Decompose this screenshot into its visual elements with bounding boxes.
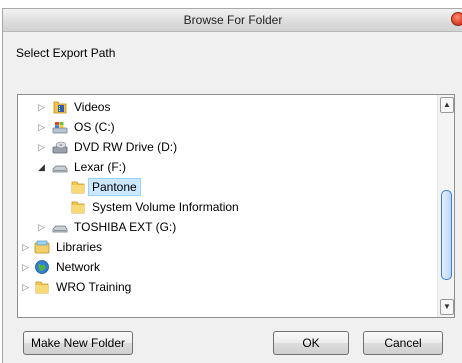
tree-item-label: Videos xyxy=(74,100,111,114)
videos-folder-icon xyxy=(52,99,68,115)
expand-arrow-icon[interactable]: ▷ xyxy=(22,261,29,273)
tree-item-network[interactable]: ▷ Network xyxy=(18,257,438,277)
folder-tree[interactable]: ▷ Videos ▷ OS (C:) ▷ DVD RW Drive (D:) ◢… xyxy=(17,94,455,318)
tree-item-label: OS (C:) xyxy=(74,120,115,134)
expand-arrow-icon[interactable]: ▷ xyxy=(38,221,45,233)
expand-arrow-icon[interactable]: ▷ xyxy=(38,101,45,113)
tree-item-os-c[interactable]: ▷ OS (C:) xyxy=(18,117,438,137)
tree-item-system-volume-information[interactable]: System Volume Information xyxy=(18,197,438,217)
scroll-down-button[interactable]: ▼ xyxy=(440,299,454,315)
windows-drive-icon xyxy=(52,119,68,135)
expand-arrow-icon[interactable]: ▷ xyxy=(22,281,29,293)
tree-item-label: WRO Training xyxy=(56,280,132,294)
tree-item-lexar-f[interactable]: ◢ Lexar (F:) xyxy=(18,157,438,177)
ok-button[interactable]: OK xyxy=(273,331,349,355)
libraries-icon xyxy=(34,239,50,255)
cancel-button[interactable]: Cancel xyxy=(363,331,443,355)
folder-icon xyxy=(70,199,86,215)
make-new-folder-button[interactable]: Make New Folder xyxy=(23,331,133,355)
tree-item-label: Network xyxy=(56,260,101,274)
folder-icon xyxy=(70,179,86,195)
tree-item-label: System Volume Information xyxy=(92,200,239,214)
tree-item-label: TOSHIBA EXT (G:) xyxy=(74,220,177,234)
network-icon xyxy=(34,259,50,275)
folder-icon xyxy=(34,279,50,295)
external-drive-icon xyxy=(52,219,68,235)
instruction-text: Select Export Path xyxy=(16,46,116,60)
expand-arrow-icon[interactable]: ▷ xyxy=(22,241,29,253)
browse-for-folder-dialog: Browse For Folder Select Export Path ▷ V… xyxy=(2,8,462,363)
scrollbar-thumb[interactable] xyxy=(441,190,452,280)
tree-item-label: Libraries xyxy=(56,240,103,254)
scroll-up-button[interactable]: ▲ xyxy=(440,97,454,113)
tree-item-wro-training[interactable]: ▷ WRO Training xyxy=(18,277,438,297)
close-button[interactable] xyxy=(451,12,462,26)
tree-item-dvd-rw-drive[interactable]: ▷ DVD RW Drive (D:) xyxy=(18,137,438,157)
tree-item-label: Lexar (F:) xyxy=(74,160,127,174)
tree-item-videos[interactable]: ▷ Videos xyxy=(18,97,438,117)
tree-item-toshiba-ext-g[interactable]: ▷ TOSHIBA EXT (G:) xyxy=(18,217,438,237)
expand-arrow-icon[interactable]: ▷ xyxy=(38,141,45,153)
removable-drive-icon xyxy=(52,159,68,175)
tree-item-label: Pantone xyxy=(88,178,141,196)
vertical-scrollbar[interactable]: ▲ ▼ xyxy=(437,95,454,317)
expand-arrow-icon[interactable]: ▷ xyxy=(38,121,45,133)
title-bar[interactable]: Browse For Folder xyxy=(3,9,462,32)
dvd-drive-icon xyxy=(52,139,68,155)
tree-item-pantone[interactable]: Pantone xyxy=(18,177,438,197)
tree-item-libraries[interactable]: ▷ Libraries xyxy=(18,237,438,257)
collapse-arrow-icon[interactable]: ◢ xyxy=(38,161,45,173)
tree-item-label: DVD RW Drive (D:) xyxy=(74,140,178,154)
window-title: Browse For Folder xyxy=(183,13,283,27)
